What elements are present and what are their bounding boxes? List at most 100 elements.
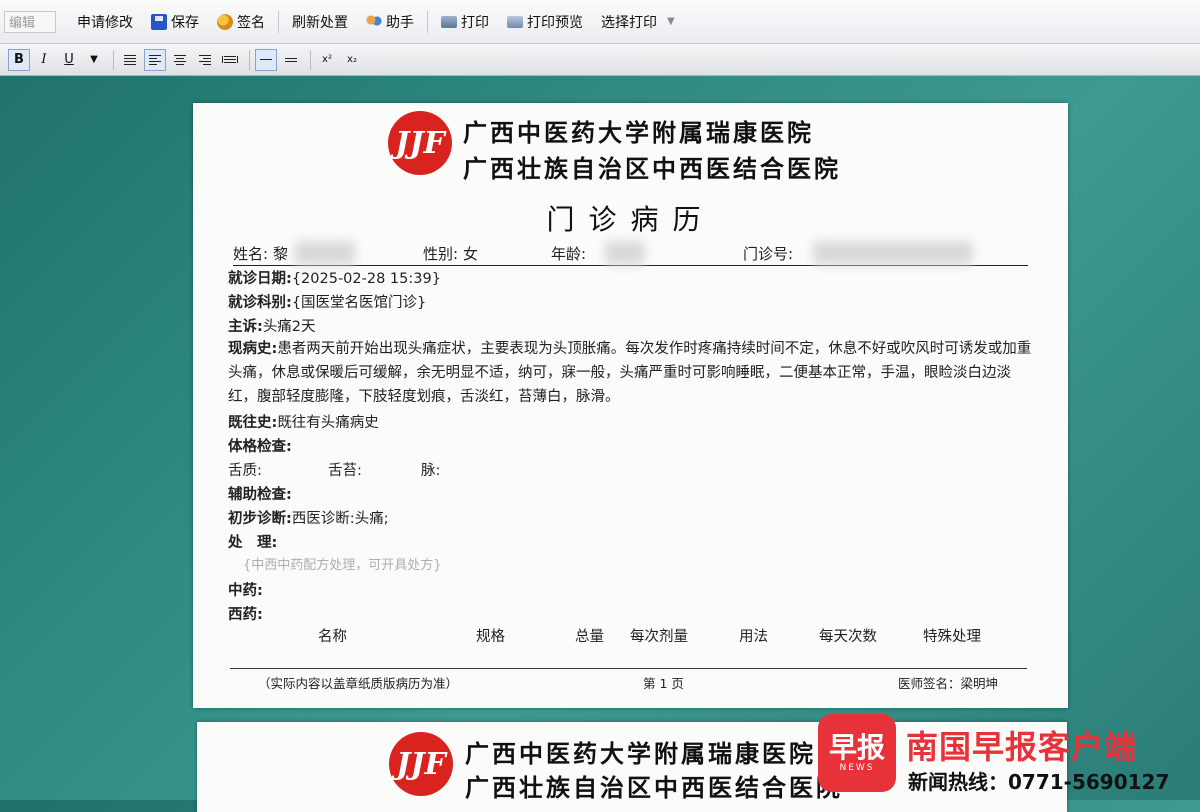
document-title: 门诊病历 xyxy=(546,203,715,236)
med-col-usage: 用法 xyxy=(739,629,768,645)
underline-button[interactable]: U xyxy=(58,49,80,71)
med-col-special: 特殊处理 xyxy=(923,629,981,645)
tcm-label: 中药: xyxy=(228,583,263,599)
name-label: 姓名: xyxy=(233,245,269,263)
medical-record-page[interactable]: JJF 广西中医药大学附属瑞康医院 广西壮族自治区中西医结合医院 门诊病历 姓名… xyxy=(193,103,1068,708)
hospital-name-line2-2: 广西壮族自治区中西医结合医院 xyxy=(465,773,843,802)
present-history-field: 现病史:患者两天前开始出现头痛症状，主要表现为头顶胀痛。每次发作时疼痛持续时间不… xyxy=(228,337,1033,409)
age-label: 年龄: xyxy=(551,245,587,263)
department-label: 就诊科别: xyxy=(228,295,292,311)
footer-page-number: 第 1 页 xyxy=(643,676,684,691)
print-preview-icon xyxy=(507,15,523,28)
bold-button[interactable]: B xyxy=(8,48,30,71)
refresh-button[interactable]: 刷新处置 xyxy=(283,7,357,37)
aux-exam-field: 辅助检查: xyxy=(228,483,292,504)
hospital-name-line1-2: 广西中医药大学附属瑞康医院 xyxy=(465,739,816,768)
complaint-field: 主诉:头痛2天 xyxy=(228,315,316,336)
gender-label: 性别: xyxy=(423,245,459,263)
line-spacing-single-icon[interactable] xyxy=(255,48,277,71)
prelim-diagnosis-value: 西医诊断:头痛; xyxy=(291,511,389,527)
align-left-icon[interactable] xyxy=(144,48,166,71)
main-toolbar: 编辑 申请修改 保存 签名 刷新处置 助手 打印 打印预览 选择打印 ▼ xyxy=(0,0,1200,44)
print-preview-label: 打印预览 xyxy=(527,14,583,31)
subscript-button[interactable]: x₂ xyxy=(341,49,363,71)
tcm-field: 中药: xyxy=(228,579,263,600)
helper-icon xyxy=(366,13,382,30)
print-button[interactable]: 打印 xyxy=(432,7,498,37)
footer-note: （实际内容以盖章纸质版病历为准） xyxy=(258,676,459,691)
print-preview-button[interactable]: 打印预览 xyxy=(498,7,592,37)
name-value: 黎 xyxy=(273,245,289,263)
refresh-label: 刷新处置 xyxy=(292,14,348,31)
present-history-value: 患者两天前开始出现头痛症状，主要表现为头顶胀痛。每次发作时疼痛持续时间不定，休息… xyxy=(228,341,1032,405)
print-label: 打印 xyxy=(461,14,489,31)
present-history-label: 现病史: xyxy=(228,341,278,357)
physical-exam-label: 体格检查: xyxy=(228,439,292,455)
toolbar-separator xyxy=(427,10,428,33)
format-toolbar: B I U ▼ x² x₂ xyxy=(0,44,1200,76)
past-history-value: 既往有头痛病史 xyxy=(277,415,379,431)
department-value: {国医堂名医馆门诊} xyxy=(291,295,427,311)
superscript-button[interactable]: x² xyxy=(316,49,338,71)
format-separator xyxy=(113,49,114,70)
chevron-down-icon[interactable]: ▼ xyxy=(667,16,675,27)
redacted-clinic-no xyxy=(813,241,973,265)
prelim-diagnosis-field: 初步诊断:西医诊断:头痛; xyxy=(228,507,389,528)
sign-icon xyxy=(217,13,233,30)
font-color-dropdown-icon[interactable]: ▼ xyxy=(83,49,105,71)
patient-info-row: 姓名: 黎 性别: 女 年龄: 门诊号: xyxy=(233,241,1028,266)
treatment-label: 处 理: xyxy=(228,535,278,551)
sign-label: 签名 xyxy=(237,14,265,31)
complaint-value: 头痛2天 xyxy=(262,319,316,335)
news-brand-text: 南国早报客户端 xyxy=(906,728,1138,766)
line-spacing-double-icon[interactable] xyxy=(280,49,302,71)
format-separator xyxy=(249,49,250,70)
align-justify-icon[interactable] xyxy=(119,49,141,71)
visit-date-field: 就诊日期:{2025-02-28 15:39} xyxy=(228,267,441,288)
prelim-diagnosis-label: 初步诊断: xyxy=(228,511,292,527)
gender-value: 女 xyxy=(463,245,479,263)
news-badge-logo: 早报 NEWS xyxy=(818,714,896,792)
align-right-icon[interactable] xyxy=(194,49,216,71)
align-center-icon[interactable] xyxy=(169,49,191,71)
toolbar-separator xyxy=(278,10,279,33)
redacted-name xyxy=(295,241,355,265)
past-history-label: 既往史: xyxy=(228,415,278,431)
treatment-placeholder[interactable]: {中西中药配方处理，可开具处方} xyxy=(243,554,442,573)
sign-button[interactable]: 签名 xyxy=(208,7,274,37)
mode-select[interactable]: 编辑 xyxy=(4,10,56,33)
visit-date-label: 就诊日期: xyxy=(228,271,292,287)
med-col-spec: 规格 xyxy=(476,629,505,645)
western-med-label: 西药: xyxy=(228,607,263,623)
med-col-frequency: 每天次数 xyxy=(819,629,877,645)
request-edit-label: 申请修改 xyxy=(77,14,133,31)
tongue-label: 舌质: xyxy=(228,463,262,479)
redacted-age xyxy=(605,241,645,265)
physical-exam-field: 体格检查: xyxy=(228,435,292,456)
save-button[interactable]: 保存 xyxy=(142,7,208,37)
distribute-icon[interactable] xyxy=(219,49,241,71)
treatment-field: 处 理: xyxy=(228,531,277,552)
request-edit-button[interactable]: 申请修改 xyxy=(68,7,142,37)
italic-button[interactable]: I xyxy=(33,49,55,71)
helper-button[interactable]: 助手 xyxy=(357,7,423,37)
med-col-dose: 每次剂量 xyxy=(630,629,688,645)
print-icon xyxy=(441,15,457,28)
clinic-no-label: 门诊号: xyxy=(743,245,794,263)
select-print-button[interactable]: 选择打印 ▼ xyxy=(592,7,684,37)
save-icon xyxy=(151,13,167,30)
hospital-logo-2: JJF xyxy=(389,732,453,796)
hospital-name-line2: 广西壮族自治区中西医结合医院 xyxy=(463,154,841,183)
pulse-label: 脉: xyxy=(421,463,441,479)
department-field: 就诊科别:{国医堂名医馆门诊} xyxy=(228,291,426,312)
complaint-label: 主诉: xyxy=(228,319,263,335)
helper-label: 助手 xyxy=(386,14,414,31)
news-badge-text: 早报 xyxy=(828,731,885,764)
western-med-field: 西药: xyxy=(228,603,263,624)
footer-divider xyxy=(230,668,1027,669)
news-hotline: 新闻热线：0771-5690127 xyxy=(908,770,1170,794)
past-history-field: 既往史:既往有头痛病史 xyxy=(228,411,379,432)
news-badge-sub: NEWS xyxy=(839,763,875,773)
visit-date-value: {2025-02-28 15:39} xyxy=(291,271,441,287)
aux-exam-label: 辅助检查: xyxy=(228,487,292,503)
